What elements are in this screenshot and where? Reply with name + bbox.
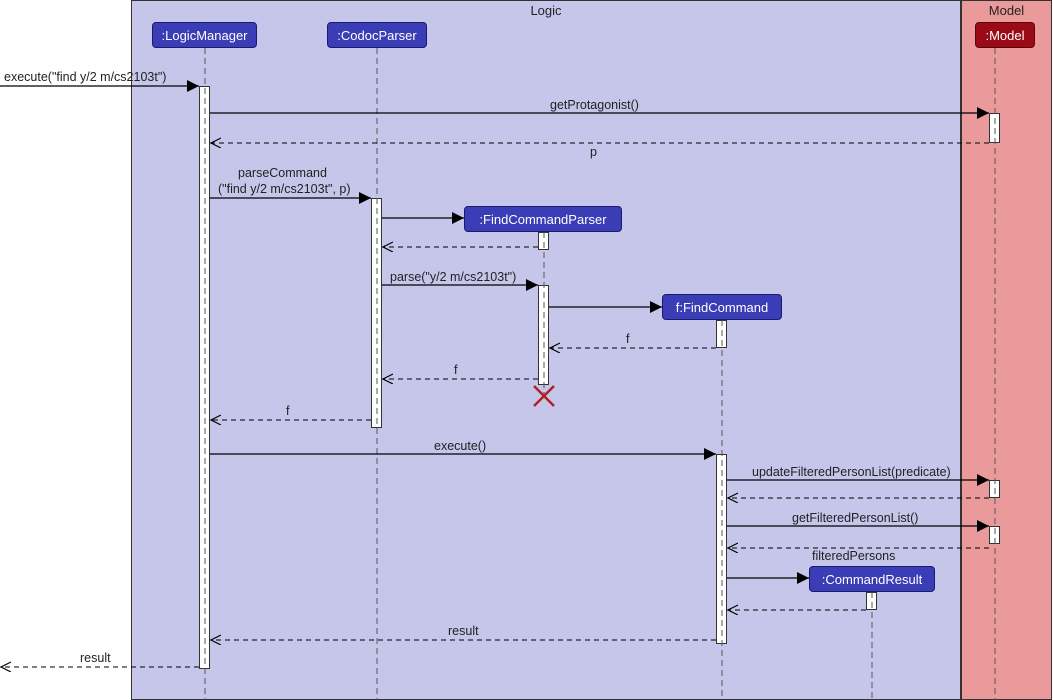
- activation-find-command-parser: [538, 232, 549, 250]
- msg-parse: parse("y/2 m/cs2103t"): [390, 270, 516, 284]
- find-command-label: f:FindCommand: [676, 300, 768, 315]
- activation-find-command-parser-2: [538, 285, 549, 385]
- command-result-label: :CommandResult: [822, 572, 922, 587]
- msg-f-1: f: [626, 332, 629, 346]
- activation-find-command-exec: [716, 454, 727, 644]
- msg-f-2: f: [454, 363, 457, 377]
- msg-execute: execute(): [434, 439, 486, 453]
- msg-update-filtered: updateFilteredPersonList(predicate): [752, 465, 951, 479]
- activation-find-command-create: [716, 320, 727, 348]
- msg-f-3: f: [286, 404, 289, 418]
- find-command-box: f:FindCommand: [662, 294, 782, 320]
- msg-p: p: [590, 145, 597, 159]
- frame-model-title: Model: [962, 1, 1051, 18]
- activation-logic-manager: [199, 86, 210, 669]
- frame-logic-title: Logic: [132, 1, 960, 18]
- activation-command-result: [866, 592, 877, 610]
- activation-model-2: [989, 480, 1000, 498]
- codoc-parser-box: :CodocParser: [327, 22, 427, 48]
- logic-manager-box: :LogicManager: [152, 22, 257, 48]
- msg-parse-command-2: ("find y/2 m/cs2103t", p): [218, 182, 351, 196]
- model-box-label: :Model: [985, 28, 1024, 43]
- activation-model-1: [989, 113, 1000, 143]
- activation-model-3: [989, 526, 1000, 544]
- find-command-parser-label: :FindCommandParser: [479, 212, 606, 227]
- msg-get-protagonist: getProtagonist(): [550, 98, 639, 112]
- command-result-box: :CommandResult: [809, 566, 935, 592]
- msg-parse-command-1: parseCommand: [238, 166, 327, 180]
- frame-model: Model: [961, 0, 1052, 700]
- sequence-diagram: Logic Model :LogicManager :CodocParser :…: [0, 0, 1053, 700]
- find-command-parser-box: :FindCommandParser: [464, 206, 622, 232]
- msg-get-filtered: getFilteredPersonList(): [792, 511, 918, 525]
- msg-filtered-persons: filteredPersons: [812, 549, 895, 563]
- msg-result-2: result: [80, 651, 111, 665]
- activation-codoc-parser: [371, 198, 382, 428]
- logic-manager-label: :LogicManager: [162, 28, 248, 43]
- model-box: :Model: [975, 22, 1035, 48]
- msg-result-1: result: [448, 624, 479, 638]
- codoc-parser-label: :CodocParser: [337, 28, 416, 43]
- msg-execute-find: execute("find y/2 m/cs2103t"): [4, 70, 166, 84]
